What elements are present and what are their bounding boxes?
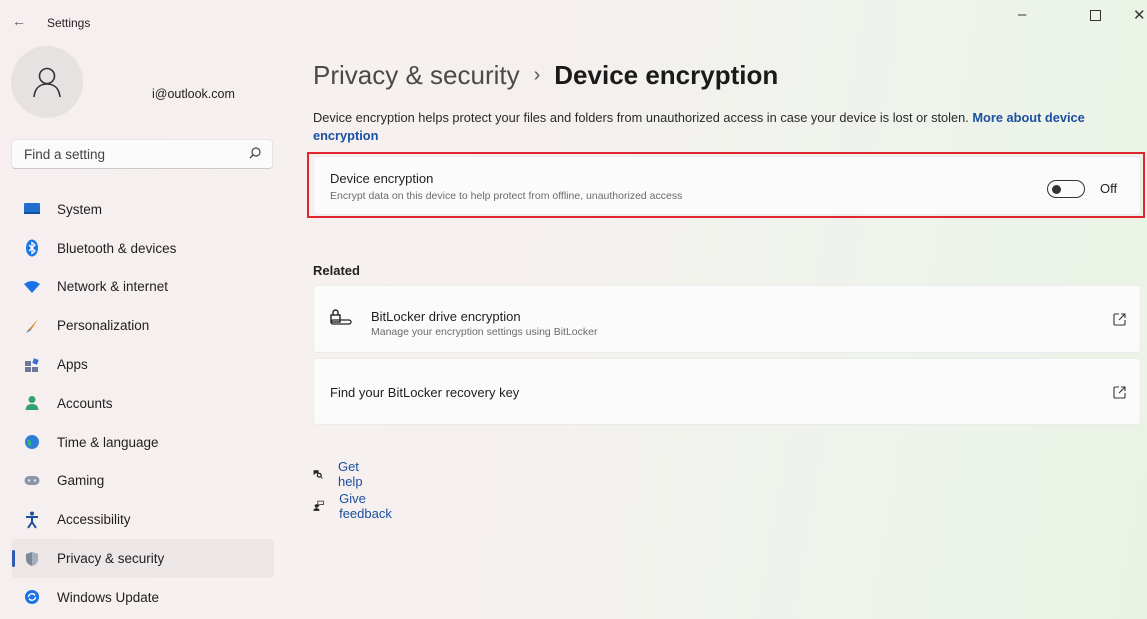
maximize-icon xyxy=(1090,10,1101,21)
get-help-label: Get help xyxy=(337,459,363,489)
bitlocker-subtitle: Manage your encryption settings using Bi… xyxy=(371,326,598,338)
sidebar-item-label: Accessibility xyxy=(57,512,131,528)
sidebar-item-label: Accounts xyxy=(57,395,113,411)
avatar[interactable] xyxy=(11,46,83,118)
gamepad-icon xyxy=(22,471,42,491)
sidebar-item-label: System xyxy=(57,201,103,217)
bitlocker-title: BitLocker drive encryption xyxy=(371,309,521,324)
search-input[interactable] xyxy=(12,140,244,168)
sidebar-item-privacy-security[interactable]: Privacy & security xyxy=(12,539,274,578)
breadcrumb-parent[interactable]: Privacy & security xyxy=(313,60,520,90)
sidebar-item-apps[interactable]: Apps xyxy=(12,345,274,384)
sidebar-item-label: Windows Update xyxy=(57,589,160,605)
sidebar-item-label: Bluetooth & devices xyxy=(57,240,177,256)
give-feedback-icon xyxy=(313,500,324,511)
get-help-icon xyxy=(313,470,323,479)
bitlocker-icon xyxy=(330,309,352,330)
title-bar: ← Settings – ✕ xyxy=(0,0,1147,42)
description-text: Device encryption helps protect your fil… xyxy=(313,110,969,125)
bitlocker-card[interactable]: BitLocker drive encryption Manage your e… xyxy=(313,285,1141,353)
brush-icon xyxy=(22,316,42,336)
back-button[interactable]: ← xyxy=(12,13,26,29)
sidebar-item-personalization[interactable]: Personalization xyxy=(12,306,274,345)
sidebar-item-label: Time & language xyxy=(57,434,159,450)
bluetooth-icon xyxy=(22,238,42,258)
breadcrumb-separator: › xyxy=(533,64,541,86)
update-icon xyxy=(22,587,42,607)
sidebar-item-time-language[interactable]: Time & language xyxy=(12,423,274,462)
page-title: Device encryption xyxy=(554,60,779,90)
external-link-icon xyxy=(1113,386,1126,399)
sidebar-item-accessibility[interactable]: Accessibility xyxy=(12,500,274,539)
maximize-button[interactable] xyxy=(1090,8,1101,25)
system-icon xyxy=(22,199,42,219)
close-button[interactable]: ✕ xyxy=(1133,6,1146,24)
breadcrumb: Privacy & security › Device encryption xyxy=(313,60,778,91)
sidebar-item-label: Network & internet xyxy=(57,279,169,295)
search-icon[interactable] xyxy=(248,146,262,160)
sidebar-nav: System Bluetooth & devices Network & int… xyxy=(0,190,285,617)
device-encryption-title: Device encryption xyxy=(330,171,434,186)
sidebar-item-system[interactable]: System xyxy=(12,190,274,229)
sidebar-item-windows-update[interactable]: Windows Update xyxy=(12,578,274,617)
globe-icon xyxy=(22,432,42,452)
toggle-knob xyxy=(1052,184,1061,194)
sidebar-item-network[interactable]: Network & internet xyxy=(12,268,274,307)
sidebar-item-accounts[interactable]: Accounts xyxy=(12,384,274,423)
sidebar: i@outlook.com System Bluetooth & devices… xyxy=(0,42,285,619)
recovery-key-card[interactable]: Find your BitLocker recovery key xyxy=(313,358,1141,425)
accounts-icon xyxy=(22,393,42,413)
device-encryption-toggle[interactable] xyxy=(1047,180,1085,198)
sidebar-item-label: Apps xyxy=(57,357,88,373)
account-email: i@outlook.com xyxy=(152,87,235,101)
page-description: Device encryption helps protect your fil… xyxy=(313,109,1138,145)
give-feedback-link[interactable]: Give feedback xyxy=(313,491,397,521)
app-title: Settings xyxy=(47,16,91,30)
shield-icon xyxy=(22,549,42,569)
user-icon xyxy=(33,67,61,98)
toggle-state-label: Off xyxy=(1100,181,1118,196)
sidebar-item-gaming[interactable]: Gaming xyxy=(12,462,274,501)
sidebar-item-label: Personalization xyxy=(57,318,150,334)
external-link-icon xyxy=(1113,313,1126,326)
sidebar-item-bluetooth[interactable]: Bluetooth & devices xyxy=(12,229,274,268)
search-box[interactable] xyxy=(11,139,273,169)
sidebar-item-label: Privacy & security xyxy=(57,551,165,567)
related-heading: Related xyxy=(313,263,360,278)
get-help-link[interactable]: Get help xyxy=(313,459,369,489)
accessibility-icon xyxy=(22,510,42,530)
active-indicator xyxy=(12,550,15,568)
device-encryption-subtitle: Encrypt data on this device to help prot… xyxy=(330,190,683,202)
wifi-icon xyxy=(22,277,42,297)
give-feedback-label: Give feedback xyxy=(339,491,392,521)
minimize-button[interactable]: – xyxy=(1018,6,1026,23)
apps-icon xyxy=(22,355,42,375)
recovery-key-title: Find your BitLocker recovery key xyxy=(330,385,520,400)
sidebar-item-label: Gaming xyxy=(57,473,105,489)
device-encryption-card: Device encryption Encrypt data on this d… xyxy=(313,156,1141,215)
